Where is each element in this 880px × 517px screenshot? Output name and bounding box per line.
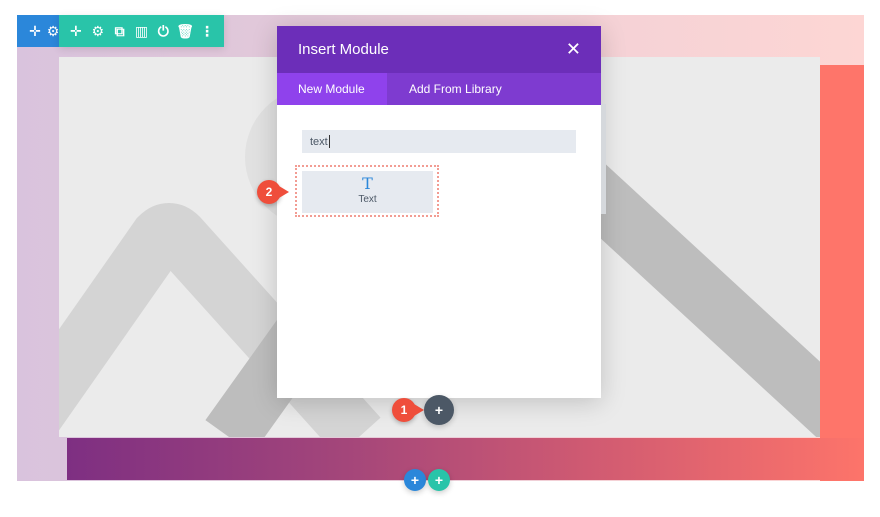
module-search-input[interactable] [302, 130, 576, 153]
add-row-button[interactable]: + [404, 469, 426, 491]
modal-tabs: New Module Add From Library [277, 73, 601, 105]
move-icon[interactable]: ✛ [26, 22, 44, 40]
modal-scrollbar[interactable] [601, 104, 606, 214]
more-icon[interactable]: ⋮ [198, 22, 216, 40]
modal-title: Insert Module [298, 41, 389, 58]
tab-new-module[interactable]: New Module [277, 73, 387, 105]
right-color-block [820, 65, 864, 481]
trash-icon[interactable]: 🗑 [176, 22, 194, 40]
text-caret [329, 135, 330, 148]
tab-add-from-library[interactable]: Add From Library [387, 73, 527, 105]
close-icon[interactable]: ✕ [566, 39, 581, 60]
insert-module-modal: Insert Module ✕ New Module Add From Libr… [277, 26, 601, 398]
text-icon: T [362, 174, 373, 193]
power-icon[interactable]: ⏻ [154, 22, 172, 40]
add-module-button[interactable]: + [424, 395, 454, 425]
duplicate-icon[interactable]: ⧉ [111, 22, 129, 40]
gear-icon[interactable]: ⚙ [89, 22, 107, 40]
text-module-label: Text [358, 194, 377, 205]
move-icon[interactable]: ✛ [67, 22, 85, 40]
columns-icon[interactable]: ▥ [132, 22, 150, 40]
add-section-button[interactable]: + [428, 469, 450, 491]
callout-step-2: 2 [257, 180, 289, 204]
bottom-gradient-bar [67, 438, 864, 480]
modal-header: Insert Module ✕ [277, 26, 601, 73]
callout-step-1: 1 [392, 398, 424, 422]
text-module-option[interactable]: T Text [302, 171, 433, 213]
module-toolbar: ✛ ⚙ ⧉ ▥ ⏻ 🗑 ⋮ [59, 15, 224, 47]
